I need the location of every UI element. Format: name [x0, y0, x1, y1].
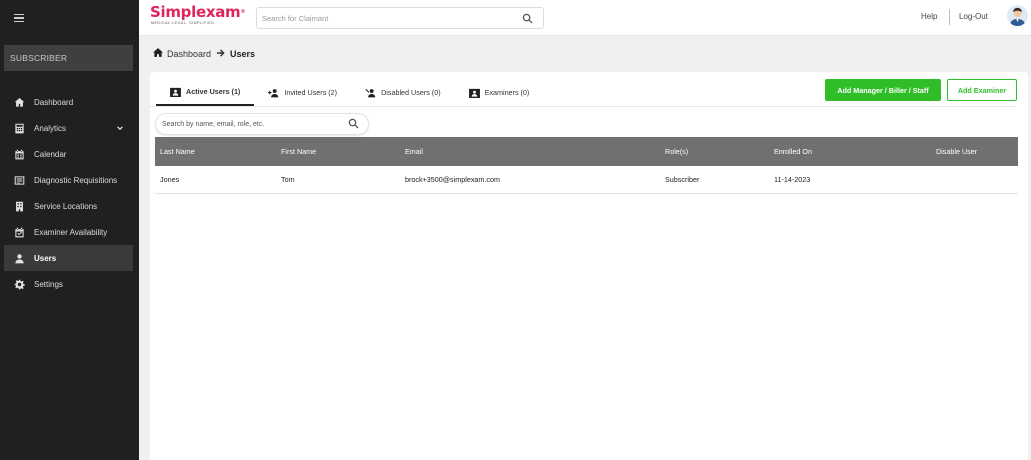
sidebar-item-label: Users	[34, 253, 57, 263]
simplexam-logo[interactable]: Simplexam® MEDICAL·LEGAL. SIMPLIFIED.	[150, 4, 248, 32]
menu-toggle-icon[interactable]	[14, 14, 24, 22]
add-examiner-button[interactable]: Add Examiner	[947, 79, 1017, 101]
user-tabs: Active Users (1) Invited Users (2) Disab…	[156, 79, 543, 106]
cell-email: brock+3500@simplexam.com	[405, 175, 500, 184]
cell-enrolled-on: 11-14-2023	[774, 175, 811, 184]
sidebar-item-dashboard[interactable]: Dashboard	[4, 89, 133, 115]
calculator-icon	[14, 123, 25, 134]
search-icon[interactable]	[348, 118, 359, 131]
sidebar-item-calendar[interactable]: Calendar	[4, 141, 133, 167]
role-label: SUBSCRIBER	[4, 45, 133, 71]
avatar[interactable]	[1007, 5, 1028, 26]
sidebar-item-service-locations[interactable]: Service Locations	[4, 193, 133, 219]
claimant-search-input[interactable]: Search for Claimant	[256, 7, 544, 29]
sidebar-item-label: Calendar	[34, 149, 67, 159]
cell-last-name: Jones	[160, 175, 180, 184]
claimant-search-placeholder: Search for Claimant	[262, 13, 329, 23]
users-search-input[interactable]: Search by name, email, role, etc.	[156, 114, 368, 134]
add-manager-biller-staff-button[interactable]: Add Manager / Biller / Staff	[825, 79, 941, 101]
breadcrumb-dashboard[interactable]: Dashboard	[167, 49, 211, 59]
tab-divider	[150, 106, 1016, 107]
tab-label: Examiners (0)	[484, 88, 530, 97]
sidebar-item-users[interactable]: Users	[4, 245, 133, 271]
sidebar-item-diagnostic-requisitions[interactable]: Diagnostic Requisitions	[4, 167, 133, 193]
cell-first-name: Tom	[281, 175, 295, 184]
sidebar-item-label: Analytics	[34, 123, 67, 133]
tab-examiners[interactable]: Examiners (0)	[455, 79, 544, 106]
breadcrumb: Dashboard Users	[153, 48, 255, 59]
home-icon	[14, 97, 25, 108]
users-table: Last Name First Name Email Role(s) Enrol…	[155, 137, 1018, 194]
sidebar-header	[0, 0, 139, 36]
building-icon	[14, 201, 25, 212]
tab-label: Invited Users (2)	[284, 88, 338, 97]
cell-roles: Subscriber	[665, 175, 700, 184]
tab-label: Disabled Users (0)	[381, 88, 441, 97]
users-panel: Active Users (1) Invited Users (2) Disab…	[150, 72, 1028, 460]
tab-invited-users[interactable]: Invited Users (2)	[254, 79, 351, 106]
column-header-enrolled-on[interactable]: Enrolled On	[774, 137, 812, 166]
logo-tagline: MEDICAL·LEGAL. SIMPLIFIED.	[151, 21, 216, 25]
sidebar-item-label: Dashboard	[34, 97, 74, 107]
home-icon[interactable]	[153, 48, 167, 59]
sidebar-item-label: Diagnostic Requisitions	[34, 175, 118, 185]
top-bar: Simplexam® MEDICAL·LEGAL. SIMPLIFIED. Se…	[139, 0, 1031, 36]
tab-label: Active Users (1)	[186, 87, 241, 96]
users-icon	[14, 253, 25, 264]
sidebar-item-label: Service Locations	[34, 201, 98, 211]
user-slash-icon	[365, 88, 376, 98]
user-plus-icon	[268, 88, 279, 98]
sidebar: SUBSCRIBER Dashboard Analytics Calendar …	[0, 0, 139, 460]
column-header-first-name[interactable]: First Name	[281, 137, 316, 166]
column-header-roles[interactable]: Role(s)	[665, 137, 688, 166]
sidebar-nav: Dashboard Analytics Calendar Diagnostic …	[4, 89, 133, 297]
chevron-down-icon[interactable]	[116, 124, 124, 132]
tab-active-users[interactable]: Active Users (1)	[156, 79, 255, 106]
sidebar-item-examiner-availability[interactable]: Examiner Availability	[4, 219, 133, 245]
sidebar-item-analytics[interactable]: Analytics	[4, 115, 133, 141]
requisition-icon	[14, 175, 25, 186]
logo-wordmark: Simplexam	[150, 3, 241, 21]
search-icon[interactable]	[522, 13, 533, 24]
tab-disabled-users[interactable]: Disabled Users (0)	[351, 79, 455, 106]
users-search-placeholder: Search by name, email, role, etc.	[162, 120, 265, 128]
calendar-icon	[14, 149, 25, 160]
arrow-right-icon	[211, 48, 230, 59]
calendar-check-icon	[14, 227, 25, 238]
id-card-icon	[468, 88, 480, 98]
column-header-last-name[interactable]: Last Name	[160, 137, 195, 166]
gear-icon	[14, 279, 25, 290]
table-header: Last Name First Name Email Role(s) Enrol…	[155, 137, 1018, 166]
sidebar-item-label: Examiner Availability	[34, 227, 108, 237]
id-card-icon	[170, 87, 181, 97]
sidebar-item-settings[interactable]: Settings	[4, 271, 133, 297]
column-header-email[interactable]: Email	[405, 137, 423, 166]
column-header-disable-user[interactable]: Disable User	[936, 137, 977, 166]
sidebar-item-label: Settings	[34, 279, 63, 289]
help-link[interactable]: Help	[921, 12, 937, 21]
table-row[interactable]: Jones Tom brock+3500@simplexam.com Subsc…	[155, 166, 1018, 194]
logout-link[interactable]: Log-Out	[959, 12, 988, 21]
breadcrumb-current: Users	[230, 48, 256, 59]
divider	[949, 9, 950, 25]
